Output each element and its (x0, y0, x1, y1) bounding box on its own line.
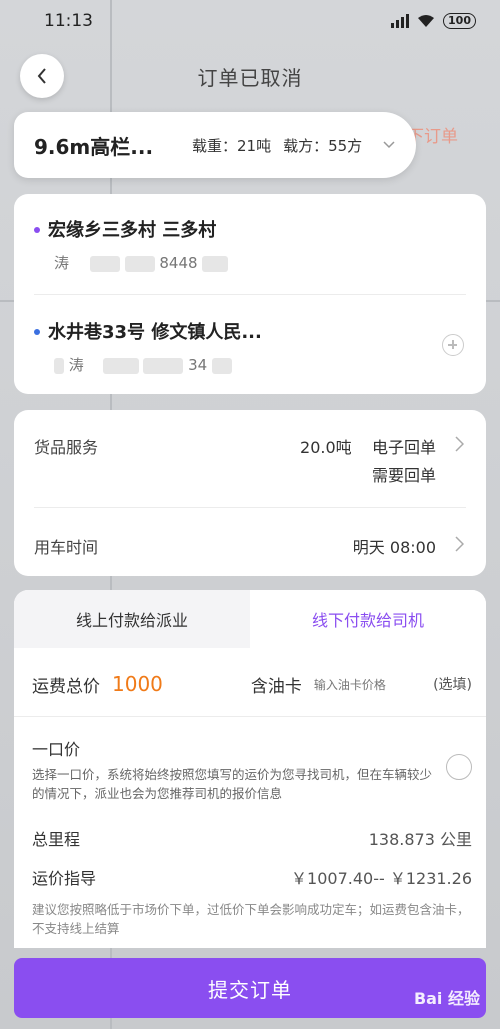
distance-value: 138.873 公里 (368, 830, 472, 849)
vehicle-time-row[interactable]: 用车时间 明天 08:00 (34, 534, 466, 558)
distance-label: 总里程 (32, 830, 81, 849)
chevron-left-icon (37, 68, 46, 84)
page-title: 订单已取消 (197, 65, 303, 90)
route-card: 宏缘乡三多村 三多村 涛 8448 水井巷33号 修文镇人民... 涛 34 (14, 194, 486, 394)
destination-contact-phone: 34 (188, 356, 208, 374)
tab-online-payment[interactable]: 线上付款给派业 (14, 590, 250, 648)
origin-address: 宏缘乡三多村 三多村 (48, 220, 217, 241)
redacted-block (54, 357, 64, 374)
redacted-block (124, 255, 155, 272)
origin-contact: 涛 8448 (54, 252, 229, 273)
chevron-right-icon (455, 436, 464, 452)
origin-contact-phone: 8448 (159, 254, 198, 272)
back-button[interactable] (20, 54, 64, 98)
route-stop-origin[interactable]: 宏缘乡三多村 三多村 涛 8448 (34, 216, 466, 276)
fee-label: 运费总价 (32, 676, 100, 697)
divider (34, 294, 466, 295)
vehicle-selector[interactable]: 9.6m高栏... 载重：21吨 载方：55方 (14, 112, 416, 178)
signal-icon (391, 14, 410, 28)
add-stop-icon[interactable] (442, 334, 464, 356)
payment-card: 线上付款给派业 线下付款给司机 运费总价 1000 含油卡 输入油卡价格 (选填… (14, 590, 486, 948)
chevron-down-icon (383, 141, 395, 149)
distance-row: 总里程 138.873 公里 (32, 826, 472, 850)
oil-card-label: 含油卡 (250, 676, 302, 697)
fee-row: 运费总价 1000 含油卡 输入油卡价格 (选填) (32, 668, 472, 700)
fixed-price-description: 选择一口价，系统将始终按照您填写的运价为您寻找司机，但在车辆较少的情况下，派业也… (32, 767, 433, 801)
origin-dot (34, 227, 40, 233)
fixed-price-radio[interactable] (446, 754, 472, 780)
destination-contact-name: 涛 (68, 356, 84, 374)
watermark-logo: Bai 经验 (413, 989, 480, 1008)
destination-dot (34, 329, 40, 335)
receipt-value: 需要回单 (371, 466, 436, 485)
vehicle-load: 载重：21吨 (192, 136, 272, 155)
redacted-block (89, 255, 120, 272)
redacted-block (102, 357, 139, 374)
vehicle-time-label: 用车时间 (34, 538, 99, 557)
optional-label: (选填) (433, 677, 472, 693)
price-guide-label: 运价指导 (32, 869, 97, 888)
price-guide-value: ￥1007.40-- ￥1231.26 (291, 869, 472, 888)
vehicle-time-value: 明天 08:00 (352, 538, 436, 557)
status-time: 11:13 (44, 11, 93, 31)
price-guide-row: 运价指导 ￥1007.40-- ￥1231.26 (32, 865, 472, 889)
redacted-block (212, 357, 233, 374)
destination-address: 水井巷33号 修文镇人民... (48, 322, 262, 343)
divider (14, 716, 486, 717)
status-icons: 100 (391, 13, 476, 29)
status-bar: 11:13 100 (0, 0, 500, 42)
oil-card-input[interactable]: 输入油卡价格 (314, 676, 386, 693)
tab-offline-payment[interactable]: 线下付款给司机 (250, 590, 486, 648)
pricing-tip: 建议您按照略低于市场价下单，过低价下单会影响成功定车；如运费包含油卡，不支持线上… (32, 902, 470, 936)
redacted-block (202, 255, 229, 272)
goods-service-row[interactable]: 货品服务 20.0吨 电子回单 需要回单 (34, 434, 466, 494)
payment-tabs: 线上付款给派业 线下付款给司机 (14, 590, 486, 648)
origin-contact-name: 涛 (54, 254, 70, 272)
order-info-card: 货品服务 20.0吨 电子回单 需要回单 用车时间 明天 08:00 (14, 410, 486, 576)
destination-contact: 涛 34 (54, 354, 233, 375)
divider (34, 507, 466, 508)
redacted-block (143, 357, 184, 374)
goods-service-label: 货品服务 (34, 438, 99, 457)
vehicle-name: 9.6m高栏... (34, 134, 154, 159)
fee-input[interactable]: 1000 (112, 672, 163, 696)
chevron-right-icon (455, 536, 464, 552)
header: 订单已取消 (0, 48, 500, 104)
route-stop-destination[interactable]: 水井巷33号 修文镇人民... 涛 34 (34, 318, 466, 378)
wifi-icon (418, 15, 435, 27)
fixed-price-title: 一口价 (32, 740, 81, 759)
goods-service-value: 20.0吨 电子回单 (300, 438, 436, 457)
vehicle-volume: 载方：55方 (283, 136, 363, 155)
battery-icon: 100 (443, 13, 476, 29)
